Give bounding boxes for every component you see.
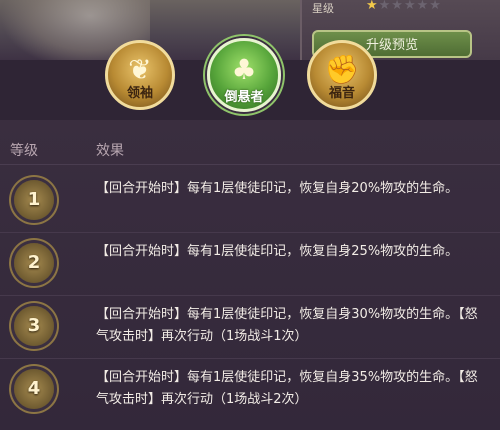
level-badge: 3 <box>14 306 54 346</box>
effect-text: 【回合开始时】每有1层使徒印记，恢复自身20%物攻的生命。 <box>96 181 459 196</box>
level-badge: 1 <box>14 180 54 220</box>
level-number: 3 <box>27 315 41 336</box>
level-number: 2 <box>27 252 41 273</box>
empty-star-icons: ★★★★★ <box>378 0 442 13</box>
tab-inverted-one[interactable]: ♣ 倒悬者 <box>207 38 281 112</box>
tab-leader[interactable]: ❦ 领袖 <box>105 40 175 110</box>
table-row: 1 【回合开始时】每有1层使徒印记，恢复自身20%物攻的生命。 <box>0 170 500 232</box>
table-row: 2 【回合开始时】每有1层使徒印记，恢复自身25%物攻的生命。 <box>0 233 500 295</box>
effect-column-header: 效果 <box>96 143 124 159</box>
level-column-header: 等级 <box>10 143 38 159</box>
inverted-figure-icon: ♣ <box>231 53 257 86</box>
wings-icon: ❦ <box>128 53 152 86</box>
level-number: 1 <box>27 189 41 210</box>
table-row: 3 【回合开始时】每有1层使徒印记，恢复自身30%物攻的生命。【怒气攻击时】再次… <box>0 296 500 358</box>
tab-label: 福音 <box>328 86 355 101</box>
header-divider <box>0 164 500 165</box>
table-header: 等级 效果 <box>0 134 500 164</box>
level-number: 4 <box>27 378 41 399</box>
table-row: 4 【回合开始时】每有1层使徒印记，恢复自身35%物攻的生命。【怒气攻击时】再次… <box>0 359 500 421</box>
fist-icon: ✊ <box>324 53 360 86</box>
star-rating: ★★★★★★ <box>366 0 442 13</box>
tab-label: 领袖 <box>126 86 153 101</box>
star-rating-label: 星级 <box>312 2 334 15</box>
skill-panel: ❦ 领袖 ♣ 倒悬者 ✊ 福音 等级 效果 1 【回合开始时】每有1层使徒印记，… <box>0 38 500 430</box>
tab-label: 倒悬者 <box>224 90 264 105</box>
level-badge: 4 <box>14 369 54 409</box>
effect-text: 【回合开始时】每有1层使徒印记，恢复自身30%物攻的生命。【怒气攻击时】再次行动… <box>96 307 478 344</box>
effect-text: 【回合开始时】每有1层使徒印记，恢复自身25%物攻的生命。 <box>96 244 459 259</box>
star-icon: ★ <box>366 0 379 13</box>
level-badge: 2 <box>14 243 54 283</box>
effect-text: 【回合开始时】每有1层使徒印记，恢复自身35%物攻的生命。【怒气攻击时】再次行动… <box>96 370 478 407</box>
tab-gospel[interactable]: ✊ 福音 <box>307 40 377 110</box>
